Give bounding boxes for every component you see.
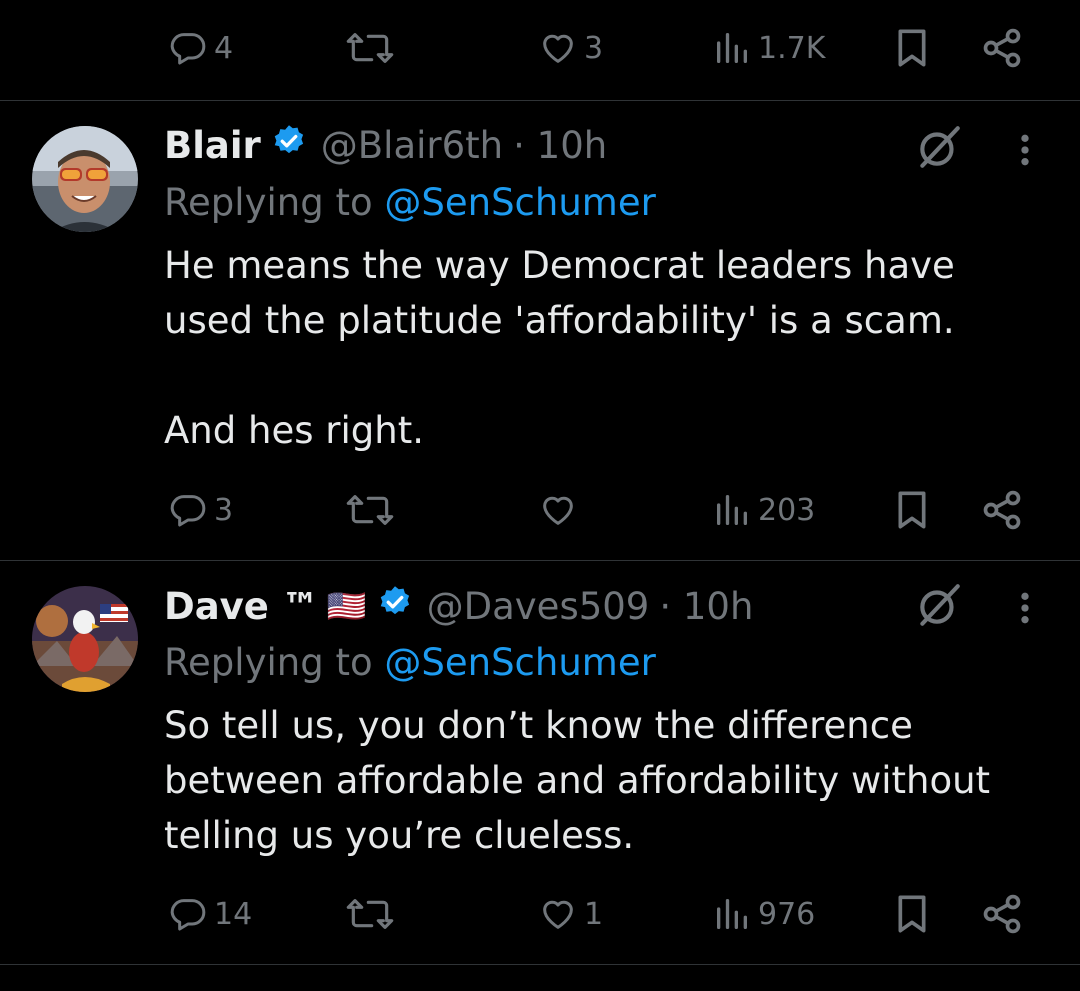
reply-count: 14 [214, 896, 253, 932]
heart-icon [543, 496, 573, 525]
avatar[interactable] [32, 126, 138, 232]
tweet-body: He means the way Democrat leaders have u… [164, 238, 1044, 458]
divider [0, 100, 1080, 101]
like-count: 3 [584, 30, 604, 66]
views-button[interactable]: 1.7K [712, 18, 825, 78]
heart-icon [543, 900, 573, 929]
reply-icon [170, 495, 206, 527]
repost-button[interactable] [344, 18, 396, 78]
replying-to: Replying to @SenSchumer [164, 178, 656, 228]
verified-badge-icon [377, 584, 413, 629]
reply-button[interactable]: 14 [168, 884, 252, 944]
user-handle[interactable]: @Blair6th [321, 124, 503, 167]
replying-to-label: Replying to [164, 181, 373, 224]
views-button[interactable]: 976 [712, 884, 815, 944]
share-button[interactable] [980, 18, 1024, 78]
reply-icon [170, 33, 206, 65]
more-options-icon[interactable] [1010, 130, 1040, 174]
share-button[interactable] [980, 884, 1024, 944]
like-button[interactable]: 1 [538, 884, 603, 944]
tweet-header: Dave ™ 🇺🇸 @Daves509 · 10h [164, 580, 753, 632]
tweet-header: Blair @Blair6th · 10h [164, 120, 607, 170]
share-icon [983, 894, 1021, 934]
like-button[interactable]: 3 [538, 18, 603, 78]
tweet-text: He means the way Democrat leaders have u… [164, 244, 955, 342]
views-icon [717, 899, 747, 929]
reply-button[interactable]: 4 [168, 18, 233, 78]
views-icon [717, 33, 747, 63]
mention-link[interactable]: @SenSchumer [384, 181, 655, 224]
display-name[interactable]: Blair [164, 124, 261, 167]
bookmark-icon [898, 895, 926, 933]
reply-button[interactable]: 3 [168, 480, 233, 540]
reply-count: 4 [214, 30, 234, 66]
repost-icon [346, 899, 394, 929]
us-flag-emoji: 🇺🇸 [326, 587, 367, 625]
views-count: 976 [758, 896, 816, 932]
bookmark-button[interactable] [892, 480, 932, 540]
views-count: 203 [758, 492, 816, 528]
views-icon [717, 495, 747, 525]
bookmark-button[interactable] [892, 18, 932, 78]
like-button[interactable] [538, 480, 578, 540]
avatar-man-sunglasses [32, 126, 138, 232]
user-handle[interactable]: @Daves509 [427, 585, 650, 628]
timestamp[interactable]: · 10h [659, 585, 753, 628]
repost-button[interactable] [344, 884, 396, 944]
like-count: 1 [584, 896, 604, 932]
replying-to: Replying to @SenSchumer [164, 638, 656, 688]
avatar-eagle-flag [32, 586, 138, 692]
share-icon [983, 28, 1021, 68]
bookmark-button[interactable] [892, 884, 932, 944]
reply-icon [170, 899, 206, 931]
avatar[interactable] [32, 586, 138, 692]
tweet-actions: 3 203 [0, 480, 1080, 540]
tweet-text: So tell us, you don’t know the differenc… [164, 704, 991, 857]
reply-count: 3 [214, 492, 234, 528]
bookmark-icon [898, 491, 926, 529]
divider [0, 964, 1080, 965]
previous-tweet-actions: 4 3 1.7K [0, 18, 1080, 78]
share-icon [983, 490, 1021, 530]
replying-to-label: Replying to [164, 641, 373, 684]
views-button[interactable]: 203 [712, 480, 815, 540]
mention-link[interactable]: @SenSchumer [384, 641, 655, 684]
grok-icon[interactable] [914, 580, 964, 634]
timestamp[interactable]: · 10h [513, 124, 607, 167]
display-name[interactable]: Dave ™ [164, 585, 319, 628]
share-button[interactable] [980, 480, 1024, 540]
tweet-text: And hes right. [164, 409, 424, 452]
repost-icon [346, 495, 394, 525]
tweet-actions: 14 1 976 [0, 884, 1080, 944]
views-count: 1.7K [758, 30, 826, 66]
divider [0, 560, 1080, 561]
repost-button[interactable] [344, 480, 396, 540]
grok-icon[interactable] [914, 122, 964, 176]
repost-icon [346, 33, 394, 63]
verified-badge-icon [271, 123, 307, 168]
heart-icon [543, 34, 573, 63]
tweet-body: So tell us, you don’t know the differenc… [164, 698, 1044, 863]
bookmark-icon [898, 29, 926, 67]
more-options-icon[interactable] [1010, 588, 1040, 632]
